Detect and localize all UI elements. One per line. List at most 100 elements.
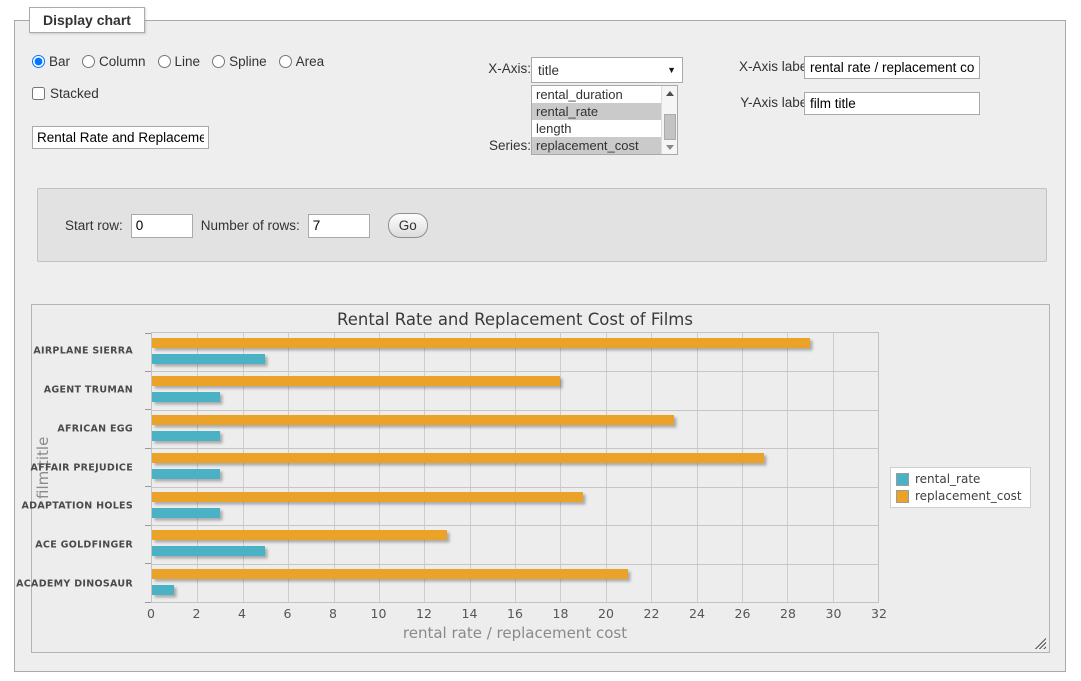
legend-item-replacement-cost: replacement_cost <box>896 489 1022 503</box>
legend-label-rental-rate: rental_rate <box>915 472 980 486</box>
x-tick-label: 0 <box>147 606 155 621</box>
chevron-down-icon: ▼ <box>667 65 676 75</box>
x-tick-label: 4 <box>238 606 246 621</box>
category-band <box>152 564 878 602</box>
x-tick-label: 26 <box>735 606 751 621</box>
chart-type-area[interactable]: Area <box>279 54 325 69</box>
chart-container: Rental Rate and Replacement Cost of Film… <box>31 304 1050 653</box>
x-axis-selected-value: title <box>538 63 667 78</box>
category-label: ACE GOLDFINGER <box>35 539 133 550</box>
chart-title: Rental Rate and Replacement Cost of Film… <box>151 310 879 329</box>
y-tick-mark <box>145 409 151 410</box>
stacked-checkbox[interactable] <box>32 87 45 100</box>
bar-rental-rate <box>152 469 220 479</box>
x-tick-label: 12 <box>416 606 432 621</box>
chart-type-spline[interactable]: Spline <box>212 54 267 69</box>
bar-rental-rate <box>152 354 265 364</box>
series-scrollbar[interactable] <box>661 86 677 154</box>
category-band <box>152 525 878 563</box>
series-listbox-label: Series: <box>436 138 531 153</box>
chart-type-column-radio[interactable] <box>82 55 95 68</box>
series-listbox[interactable]: rental_duration rental_rate length repla… <box>531 85 678 155</box>
x-tick-label: 14 <box>462 606 478 621</box>
x-tick-label: 30 <box>826 606 842 621</box>
x-tick-label: 20 <box>598 606 614 621</box>
series-options: rental_duration rental_rate length repla… <box>532 86 661 154</box>
category-labels: AIRPLANE SIERRAAGENT TRUMANAFRICAN EGGAF… <box>32 332 142 603</box>
chart-type-line-radio[interactable] <box>158 55 171 68</box>
bar-rental-rate <box>152 431 220 441</box>
y-tick-mark <box>145 525 151 526</box>
y-tick-mark <box>145 333 151 334</box>
category-band <box>152 333 878 371</box>
scroll-up-icon[interactable] <box>662 86 678 100</box>
bar-rental-rate <box>152 392 220 402</box>
chart-type-bar[interactable]: Bar <box>32 54 70 69</box>
y-tick-mark <box>145 563 151 564</box>
chart-type-spline-radio[interactable] <box>212 55 225 68</box>
legend-swatch-rental-rate <box>896 473 909 486</box>
start-row-input[interactable] <box>131 214 193 238</box>
category-band <box>152 410 878 448</box>
x-tick-label: 6 <box>284 606 292 621</box>
num-rows-label: Number of rows: <box>201 218 300 233</box>
go-button[interactable]: Go <box>388 213 428 238</box>
x-tick-label: 24 <box>689 606 705 621</box>
display-chart-fieldset: Display chart Bar Column Line Spline Are… <box>14 20 1066 672</box>
legend-swatch-replacement-cost <box>896 490 909 503</box>
legend-label-replacement-cost: replacement_cost <box>915 489 1022 503</box>
stacked-label: Stacked <box>50 86 99 101</box>
y-axis-label-label: Y-Axis label: <box>720 95 814 110</box>
chart-type-area-label: Area <box>296 54 325 69</box>
chart-title-input[interactable] <box>32 126 209 149</box>
x-tick-label: 8 <box>329 606 337 621</box>
chart-type-column[interactable]: Column <box>82 54 146 69</box>
num-rows-input[interactable] <box>308 214 370 238</box>
category-label: ACADEMY DINOSAUR <box>16 578 133 589</box>
series-option-rental-duration[interactable]: rental_duration <box>532 86 661 103</box>
x-tick-label: 16 <box>507 606 523 621</box>
x-tick-labels: 02468101214161820222426283032 <box>151 606 879 622</box>
x-axis-select-label: X-Axis: <box>436 61 531 76</box>
bar-replacement-cost <box>152 415 674 425</box>
row-range-panel: Start row: Number of rows: Go <box>37 188 1047 262</box>
category-label: ADAPTATION HOLES <box>22 501 133 512</box>
y-tick-mark <box>145 486 151 487</box>
legend-item-rental-rate: rental_rate <box>896 472 1022 486</box>
category-band <box>152 487 878 525</box>
series-option-replacement-cost[interactable]: replacement_cost <box>532 137 661 154</box>
bar-replacement-cost <box>152 492 583 502</box>
resize-grip[interactable] <box>1034 637 1046 649</box>
category-label: AIRPLANE SIERRA <box>33 346 133 357</box>
bar-rental-rate <box>152 585 174 595</box>
x-axis-label-input[interactable] <box>804 56 980 79</box>
chart-type-line-label: Line <box>175 54 201 69</box>
scrollbar-thumb[interactable] <box>664 114 676 140</box>
stacked-option[interactable]: Stacked <box>32 86 99 101</box>
category-label: AFRICAN EGG <box>57 423 133 434</box>
series-option-rental-rate[interactable]: rental_rate <box>532 103 661 120</box>
x-axis-select[interactable]: title ▼ <box>531 57 683 83</box>
x-tick-label: 28 <box>780 606 796 621</box>
series-option-length[interactable]: length <box>532 120 661 137</box>
bar-replacement-cost <box>152 453 764 463</box>
chart-type-line[interactable]: Line <box>158 54 201 69</box>
category-label: AGENT TRUMAN <box>44 385 133 396</box>
y-axis-label-input[interactable] <box>804 92 980 115</box>
chart-type-bar-radio[interactable] <box>32 55 45 68</box>
category-band <box>152 371 878 409</box>
bar-rental-rate <box>152 508 220 518</box>
bar-replacement-cost <box>152 569 628 579</box>
x-tick-label: 10 <box>371 606 387 621</box>
x-axis-title: rental rate / replacement cost <box>151 624 879 642</box>
chart-legend: rental_rate replacement_cost <box>890 467 1031 508</box>
plot-area <box>151 332 879 603</box>
y-tick-mark <box>145 602 151 603</box>
chart-type-area-radio[interactable] <box>279 55 292 68</box>
scroll-down-icon[interactable] <box>662 140 678 154</box>
bar-replacement-cost <box>152 338 810 348</box>
chart-type-radio-group: Bar Column Line Spline Area <box>32 54 330 69</box>
x-tick-label: 32 <box>871 606 887 621</box>
y-tick-mark <box>145 448 151 449</box>
bar-replacement-cost <box>152 376 560 386</box>
